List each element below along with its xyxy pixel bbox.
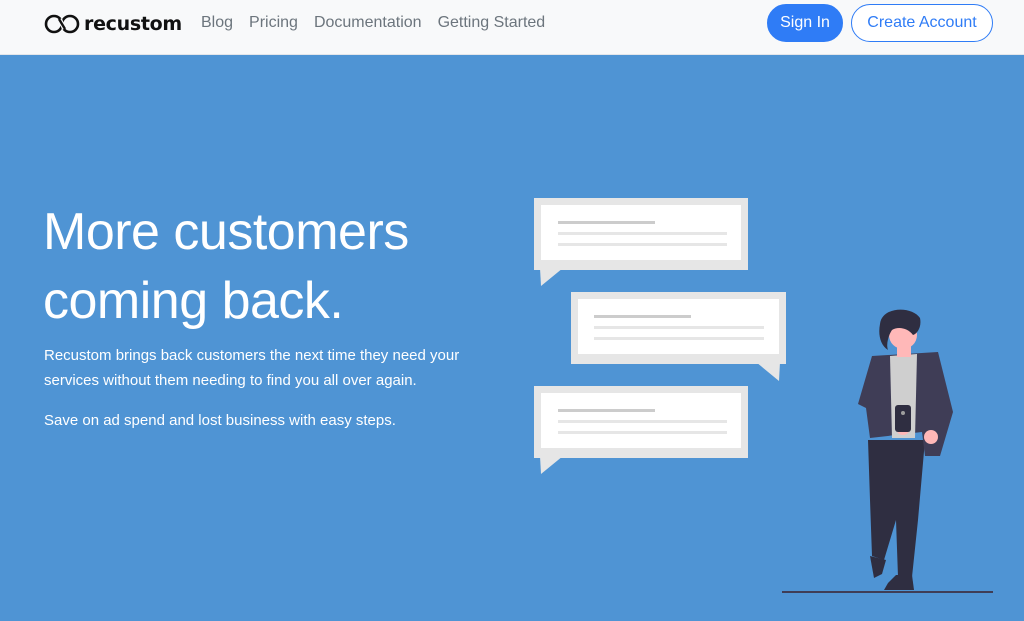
hero-illustration — [534, 198, 993, 593]
chat-bubble-1 — [534, 198, 748, 286]
chat-bubble-3 — [534, 386, 748, 474]
person-figure — [858, 309, 953, 590]
phone-icon — [895, 405, 911, 432]
chat-bubble-2 — [571, 292, 786, 381]
